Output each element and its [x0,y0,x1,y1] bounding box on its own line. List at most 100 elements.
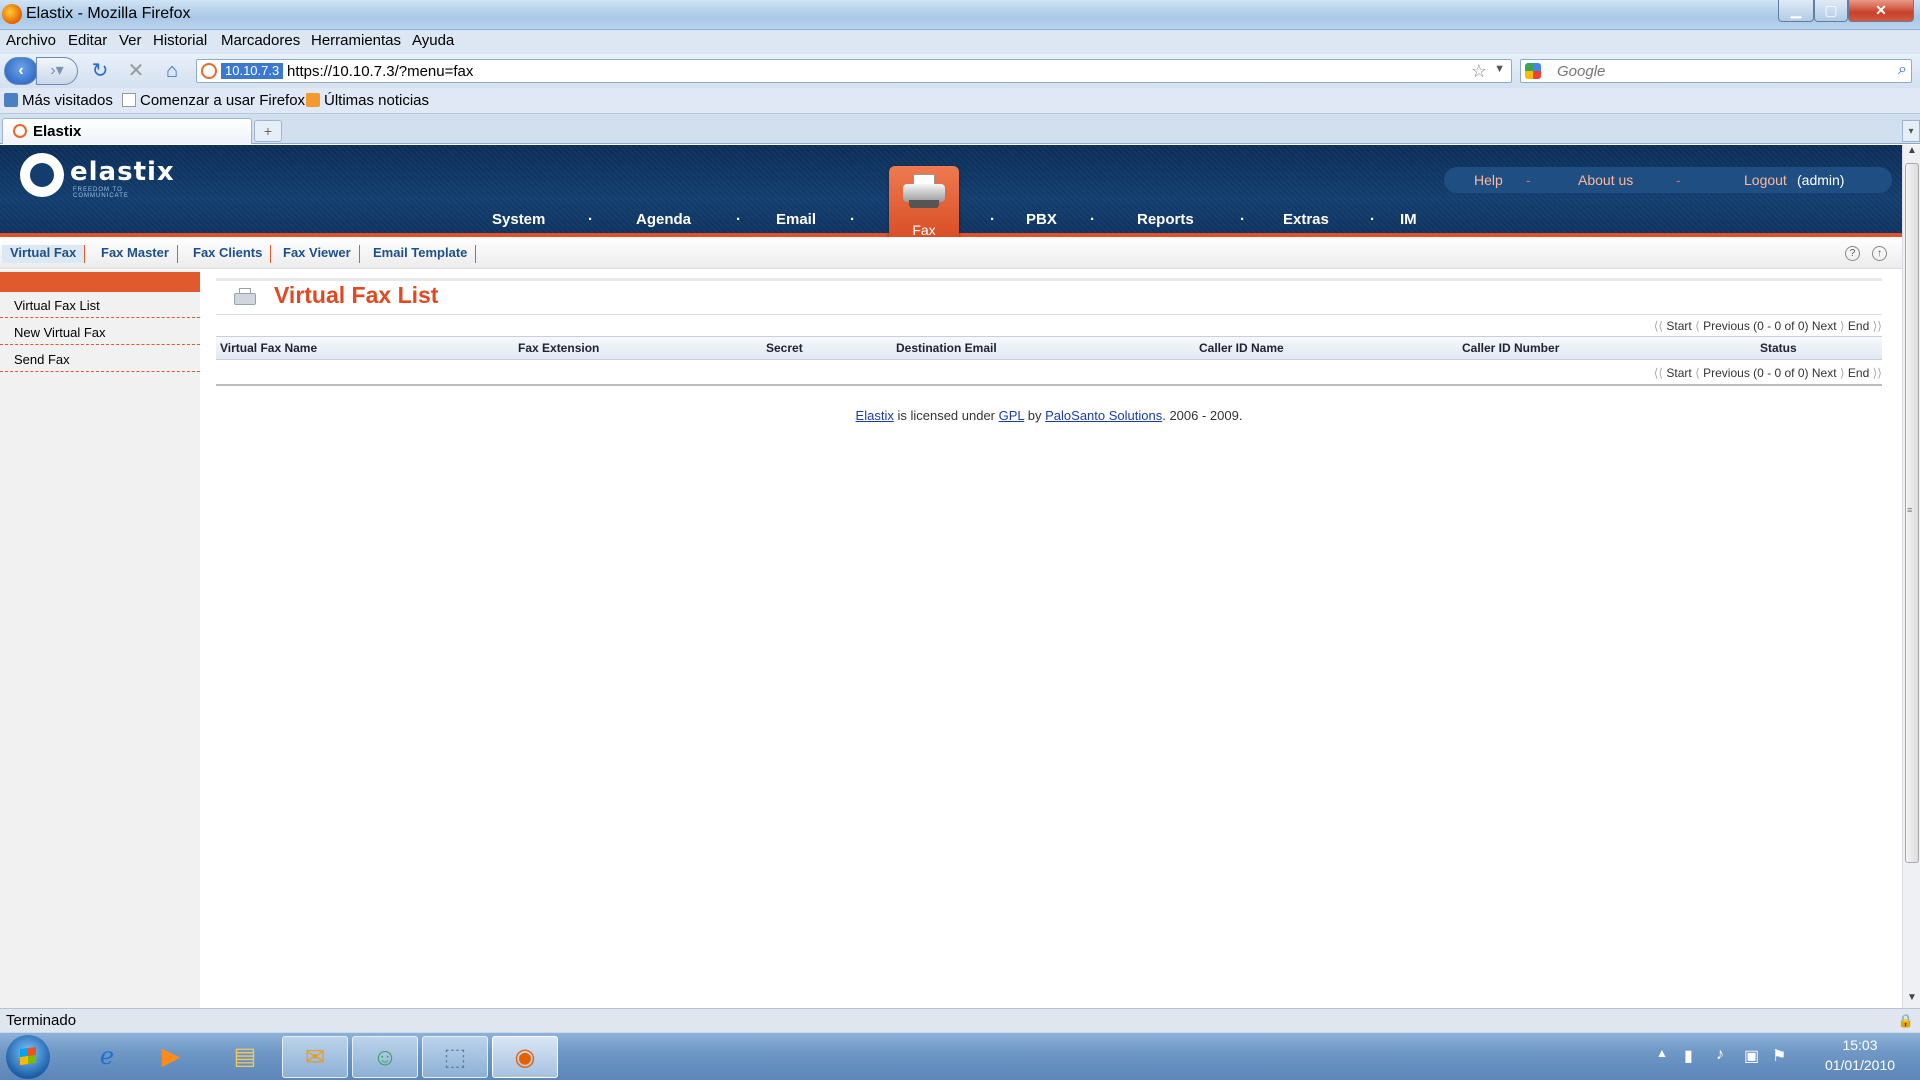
search-placeholder[interactable]: Google [1557,63,1605,80]
messenger-icon[interactable]: ☺ [352,1036,418,1078]
pager-start[interactable]: Start [1666,366,1691,380]
nav-agenda[interactable]: Agenda [636,211,691,228]
nav-system[interactable]: System [492,211,545,228]
sidebar-item-new-virtual-fax[interactable]: New Virtual Fax [0,319,200,345]
pager-controls: ⟨⟨ Start ⟨ Previous (0 - 0 of 0) Next ⟩ … [1654,319,1882,333]
menu-herramientas[interactable]: Herramientas [311,32,401,49]
tab-elastix[interactable]: Elastix [2,118,252,144]
nav-email[interactable]: Email [776,211,816,228]
outlook-icon[interactable]: ✉ [282,1036,348,1078]
tab-fax-clients[interactable]: Fax Clients [185,245,272,263]
table-header: Virtual Fax Name Fax Extension Secret De… [216,336,1882,360]
footer-text: by [1024,408,1046,423]
sidebar-header [0,272,200,292]
back-icon[interactable]: ‹ [4,57,38,85]
nav-reports[interactable]: Reports [1137,211,1194,228]
elastix-logo[interactable]: elastix FREEDOM TO COMMUNICATE [20,153,174,203]
nav-fax-active[interactable]: Fax [889,166,959,244]
pager-end[interactable]: End [1848,319,1869,333]
pager-end[interactable]: End [1848,366,1869,380]
search-bar[interactable]: Google ⌕ [1520,59,1912,83]
media-player-icon[interactable]: ▶ [138,1036,204,1078]
site-identity-icon[interactable] [201,63,217,79]
clock-time: 15:03 [1842,1037,1878,1053]
google-icon[interactable] [1525,63,1541,79]
nav-dot: · [1090,211,1095,228]
close-button[interactable]: ✕ [1848,0,1914,22]
pager-range: (0 - 0 of 0) [1753,366,1809,380]
volume-icon[interactable]: ♪ [1716,1046,1724,1064]
lock-icon[interactable]: 🔒 [1898,1013,1914,1029]
pager-next[interactable]: Next [1812,319,1837,333]
new-tab-button[interactable]: + [254,120,282,142]
maximize-button[interactable]: ▢ [1814,0,1848,22]
pager-previous[interactable]: Previous [1703,366,1750,380]
scroll-up-icon[interactable]: ▲ [1903,145,1920,161]
gpl-link[interactable]: GPL [999,408,1025,423]
minimize-button[interactable]: ▁ [1778,0,1814,22]
firefox-icon[interactable]: ◉ [492,1036,558,1078]
site-identity-chip[interactable]: 10.10.7.3 [221,63,284,79]
vertical-scrollbar[interactable]: ▲ ≡ ▼ [1902,145,1920,1008]
tab-list-button[interactable]: ▾ [1902,120,1920,142]
window-title: Elastix - Mozilla Firefox [26,5,191,22]
bookmark-mas-visitados[interactable]: Más visitados [4,92,113,109]
sidebar-item-virtual-fax-list[interactable]: Virtual Fax List [0,292,200,318]
menu-marcadores[interactable]: Marcadores [221,32,300,49]
about-us-link[interactable]: About us [1578,172,1633,188]
pager-start[interactable]: Start [1666,319,1691,333]
tab-virtual-fax[interactable]: Virtual Fax [2,245,86,263]
start-button[interactable] [6,1035,50,1079]
nav-dot: · [588,211,593,228]
tab-fax-master[interactable]: Fax Master [93,245,178,263]
menu-historial[interactable]: Historial [153,32,207,49]
action-center-flag-icon[interactable]: ⚑ [1772,1046,1786,1066]
pager-controls: ⟨⟨ Start ⟨ Previous (0 - 0 of 0) Next ⟩ … [1654,366,1882,380]
footer-text: is licensed under [893,408,999,423]
palosanto-link[interactable]: PaloSanto Solutions [1045,408,1162,423]
file-explorer-icon[interactable]: ▤ [212,1036,278,1078]
menu-editar[interactable]: Editar [68,32,107,49]
bookmark-folder-icon [4,93,18,107]
search-icon[interactable]: ⌕ [1898,61,1907,79]
internet-explorer-icon[interactable]: ℯ [74,1036,140,1078]
help-icon[interactable]: ? [1845,246,1860,261]
logout-link[interactable]: Logout [1744,172,1787,188]
home-icon[interactable]: ⌂ [160,59,184,83]
col-destination-email: Destination Email [896,341,997,355]
nav-extras[interactable]: Extras [1283,211,1329,228]
tab-email-template[interactable]: Email Template [365,245,477,263]
bookmark-label: Más visitados [22,92,113,109]
device-icon[interactable]: ▮ [1684,1046,1693,1066]
help-link[interactable]: Help [1474,172,1503,188]
virtualbox-icon[interactable]: ⬚ [422,1036,488,1078]
sidebar-item-send-fax[interactable]: Send Fax [0,346,200,372]
nav-pbx[interactable]: PBX [1026,211,1057,228]
nav-dot: · [850,211,855,228]
collapse-icon[interactable]: ↑ [1872,246,1887,261]
show-hidden-icons[interactable]: ▲ [1656,1046,1668,1060]
menu-ayuda[interactable]: Ayuda [412,32,454,49]
network-icon[interactable]: ▣ [1744,1046,1759,1066]
clock[interactable]: 15:03 01/01/2010 [1800,1035,1920,1075]
url-text[interactable]: https://10.10.7.3/?menu=fax [287,63,473,80]
stop-icon[interactable]: ✕ [124,59,148,83]
bookmark-comenzar[interactable]: Comenzar a usar Firefox [122,92,305,109]
reload-icon[interactable]: ↻ [88,59,112,83]
pager-next[interactable]: Next [1812,366,1837,380]
bookmark-ultimas-noticias[interactable]: Últimas noticias [306,92,429,109]
forward-icon[interactable]: ›▾ [36,57,78,85]
tab-fax-viewer[interactable]: Fax Viewer [275,245,360,263]
pager-previous[interactable]: Previous [1703,319,1750,333]
url-dropdown-icon[interactable]: ▼ [1494,63,1505,75]
scroll-down-icon[interactable]: ▼ [1903,992,1920,1008]
menu-ver[interactable]: Ver [119,32,142,49]
menu-bar: Archivo Editar Ver Historial Marcadores … [0,30,1920,54]
window-titlebar: Elastix - Mozilla Firefox ▁ ▢ ✕ [0,0,1920,30]
bookmark-star-icon[interactable]: ☆ [1471,61,1487,82]
elastix-link[interactable]: Elastix [856,408,894,423]
nav-im[interactable]: IM [1400,211,1417,228]
bookmark-label: Comenzar a usar Firefox [140,92,306,109]
menu-archivo[interactable]: Archivo [6,32,56,49]
address-bar[interactable]: 10.10.7.3 https://10.10.7.3/?menu=fax ☆ … [196,59,1512,83]
